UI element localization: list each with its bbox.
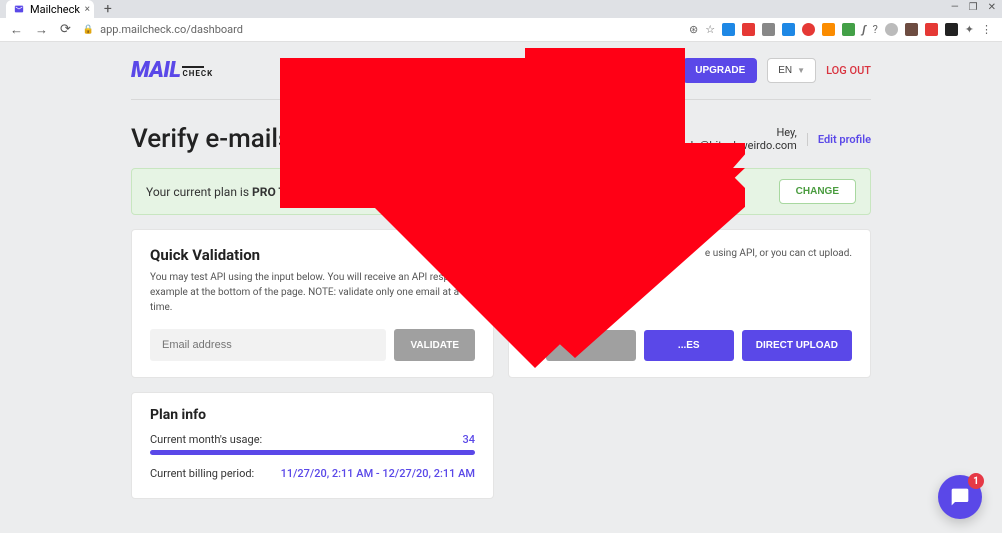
plan-banner: Your current plan is PRO TIER CHANGE — [131, 168, 871, 215]
ext-icon[interactable] — [842, 23, 855, 36]
nav-myfiles[interactable]: MY FILES — [443, 64, 490, 77]
plan-info-title: Plan info — [150, 407, 475, 423]
validate-button[interactable]: VALIDATE — [394, 329, 475, 361]
close-window-icon[interactable]: ✕ — [988, 2, 996, 13]
upload-card: e using API, or you can ct upload. ...ES… — [508, 229, 871, 378]
reload-icon[interactable]: ⟳ — [60, 22, 71, 37]
ext-icon[interactable] — [945, 23, 958, 36]
ext-icon[interactable] — [802, 23, 815, 36]
minimize-icon[interactable]: — — [951, 2, 959, 13]
lang-label: EN — [778, 65, 792, 76]
extensions-menu-icon[interactable]: ✦ — [965, 23, 974, 36]
chat-widget[interactable]: 1 — [938, 475, 982, 519]
ext-icon[interactable] — [762, 23, 775, 36]
billing-label: Current billing period: — [150, 467, 254, 480]
app-header: MAILCHECK DASHBOARD UPLOAD MY FILES API … — [131, 58, 871, 100]
plan-tier: PRO TIER — [252, 185, 304, 199]
nav-upload[interactable]: UPLOAD — [379, 64, 421, 77]
nav-settings[interactable]: SETTINGS — [552, 64, 604, 77]
upload-grey-button[interactable] — [546, 330, 636, 361]
ext-icon[interactable]: ʃ — [862, 23, 866, 36]
browser-tab[interactable]: Mailcheck × — [6, 0, 94, 18]
address-bar[interactable]: 🔒 app.mailcheck.co/dashboard — [83, 23, 677, 36]
browser-tab-strip: Mailcheck × + — ❐ ✕ — [0, 0, 1002, 18]
email-input[interactable] — [150, 329, 386, 361]
card-description: You may test API using the input below. … — [150, 270, 475, 315]
direct-upload-button[interactable]: DIRECT UPLOAD — [742, 330, 852, 361]
page-title: Verify e-mails — [131, 124, 291, 154]
logout-link[interactable]: LOG OUT — [826, 64, 871, 77]
star-icon[interactable]: ☆ — [705, 23, 715, 36]
card-title: Quick Validation — [150, 246, 475, 264]
chat-icon — [950, 487, 970, 507]
ext-icon[interactable]: ? — [873, 23, 878, 36]
billing-value: 11/27/20, 2:11 AM - 12/27/20, 2:11 AM — [281, 467, 475, 480]
upgrade-button[interactable]: UPGRADE — [683, 58, 757, 83]
user-info: Hey, weirdo@hitechweirdo.com Edit profil… — [667, 126, 871, 152]
nav-api[interactable]: API — [512, 64, 530, 77]
usage-progress-bar — [150, 450, 475, 455]
plan-info-card: Plan info Current month's usage: 34 Curr… — [131, 392, 494, 499]
ext-icon[interactable] — [782, 23, 795, 36]
extension-icons: ⊛ ☆ ʃ ? ✦ ⋮ — [689, 23, 992, 36]
logo-check: CHECK — [182, 69, 213, 78]
page-viewport: MAILCHECK DASHBOARD UPLOAD MY FILES API … — [0, 42, 1002, 533]
tab-title: Mailcheck — [30, 3, 80, 16]
user-email: weirdo@hitechweirdo.com — [667, 139, 797, 152]
lock-icon: 🔒 — [83, 25, 94, 35]
ext-icon[interactable] — [905, 23, 918, 36]
sync-icon[interactable]: ⊛ — [689, 23, 698, 36]
ext-icon[interactable] — [885, 23, 898, 36]
close-icon[interactable]: × — [85, 4, 90, 15]
quick-validation-card: Quick Validation You may test API using … — [131, 229, 494, 378]
new-tab-button[interactable]: + — [104, 1, 112, 17]
back-icon[interactable]: ← — [10, 22, 23, 38]
ext-icon[interactable] — [822, 23, 835, 36]
usage-value: 34 — [462, 433, 475, 446]
usage-label: Current month's usage: — [150, 433, 262, 446]
window-controls: — ❐ ✕ — [951, 2, 996, 13]
mail-icon — [14, 4, 24, 14]
upload-hidden-button[interactable]: ...ES — [644, 330, 734, 361]
browser-toolbar: ← → ⟳ 🔒 app.mailcheck.co/dashboard ⊛ ☆ ʃ… — [0, 18, 1002, 42]
change-plan-button[interactable]: CHANGE — [779, 179, 856, 204]
chevron-down-icon: ▼ — [797, 66, 805, 75]
edit-profile-link[interactable]: Edit profile — [807, 133, 871, 146]
forward-icon[interactable]: → — [35, 22, 48, 38]
chat-badge: 1 — [968, 473, 984, 489]
language-selector[interactable]: EN ▼ — [767, 58, 816, 83]
ext-icon[interactable] — [742, 23, 755, 36]
url-text: app.mailcheck.co/dashboard — [100, 23, 243, 36]
ext-icon[interactable] — [925, 23, 938, 36]
kebab-icon[interactable]: ⋮ — [981, 23, 992, 36]
ext-icon[interactable] — [722, 23, 735, 36]
logo[interactable]: MAILCHECK — [131, 58, 213, 83]
plan-prefix: Your current plan is — [146, 185, 252, 199]
maximize-icon[interactable]: ❐ — [969, 2, 978, 13]
user-greeting: Hey, — [667, 126, 797, 139]
logo-mail: MAIL — [131, 58, 180, 83]
nav-dashboard[interactable]: DASHBOARD — [293, 64, 358, 77]
upload-desc-fragment: e using API, or you can ct upload. — [705, 246, 852, 261]
main-nav: DASHBOARD UPLOAD MY FILES API SETTINGS — [293, 64, 604, 77]
